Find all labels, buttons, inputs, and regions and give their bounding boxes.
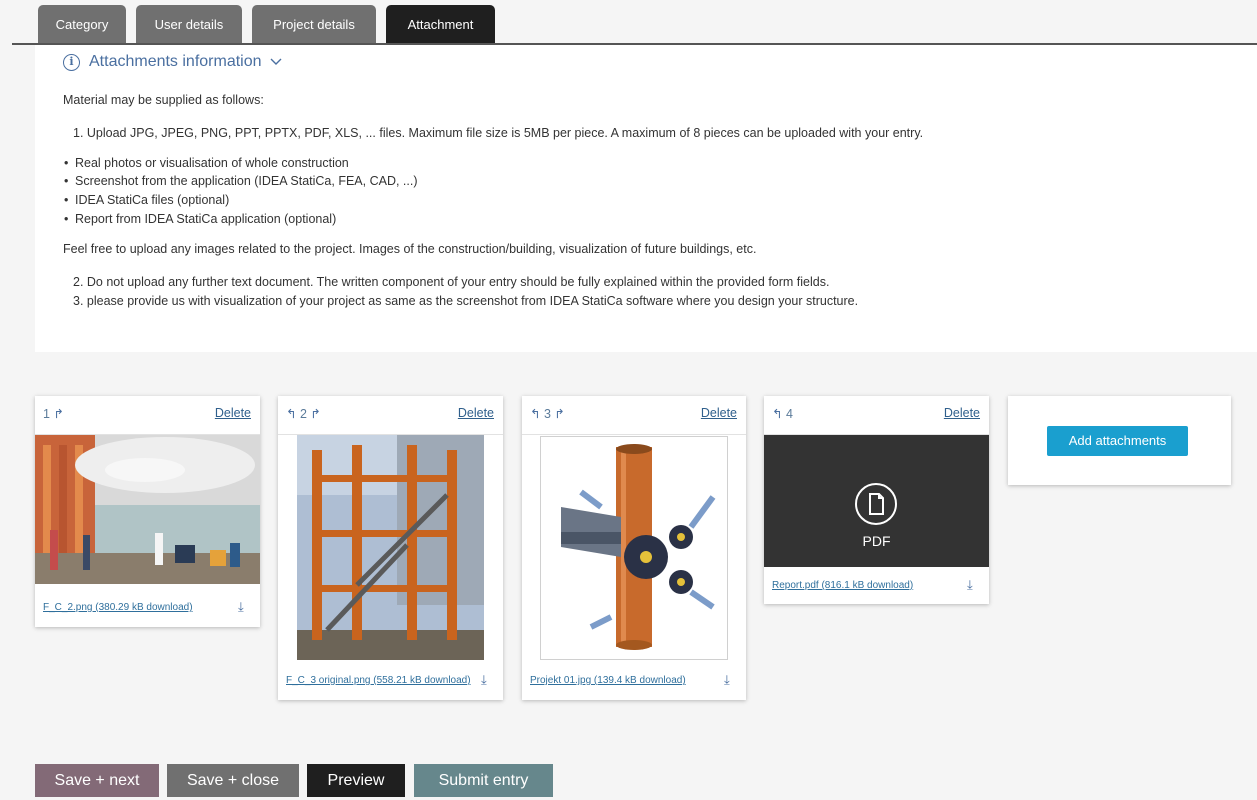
attachment-card: ↰ 3 ↱ Delete Projekt 01.jpg (139.4 kB do… (522, 396, 746, 700)
tab-user-details[interactable]: User details (136, 5, 242, 44)
rotate-right-icon[interactable]: ↱ (554, 407, 564, 421)
attachments-info-title: Attachments information (89, 53, 262, 70)
attachment-thumbnail-image (35, 435, 260, 584)
tab-attachment[interactable]: Attachment (386, 5, 495, 44)
rotate-left-icon[interactable]: ↰ (286, 407, 296, 421)
info-circle-icon: i (63, 53, 80, 71)
save-close-button[interactable]: Save + close (167, 764, 299, 797)
card-divider (522, 434, 746, 435)
pdf-file-icon (855, 483, 897, 525)
attachment-card-header: ↰ 4 Delete (772, 406, 980, 424)
attachment-card: ↰ 2 ↱ Delete F_C_3 original.png (558.21 … (278, 396, 503, 700)
rotate-left-icon[interactable]: ↰ (772, 407, 782, 421)
delete-attachment-link[interactable]: Delete (215, 406, 251, 420)
download-icon[interactable]: ⤓ (724, 672, 730, 688)
attachment-file-link[interactable]: Projekt 01.jpg (139.4 kB download) (530, 675, 686, 686)
delete-attachment-link[interactable]: Delete (701, 406, 737, 420)
info-bullet: Report from IDEA StatiCa application (op… (64, 212, 336, 226)
info-free-text: Feel free to upload any images related t… (63, 242, 757, 256)
submit-entry-button[interactable]: Submit entry (414, 764, 553, 797)
tab-project-details[interactable]: Project details (252, 5, 376, 44)
delete-attachment-link[interactable]: Delete (458, 406, 494, 420)
preview-button[interactable]: Preview (307, 764, 405, 797)
attachments-info-toggle[interactable]: i Attachments information (63, 53, 282, 71)
info-intro: Material may be supplied as follows: (63, 93, 264, 107)
attachment-number: 3 (543, 407, 551, 421)
attachment-number: 4 (785, 407, 793, 421)
download-icon[interactable]: ⤓ (481, 672, 487, 688)
pdf-preview: PDF (764, 435, 989, 567)
info-item-3: 3. please provide us with visualization … (73, 294, 859, 308)
attachment-number: 2 (299, 407, 307, 421)
download-icon[interactable]: ⤓ (967, 577, 973, 593)
delete-attachment-link[interactable]: Delete (944, 406, 980, 420)
attachment-number: 1 (43, 407, 50, 421)
attachment-file-link[interactable]: F_C_2.png (380.29 kB download) (43, 602, 193, 613)
rotate-left-icon[interactable]: ↰ (530, 407, 540, 421)
attachment-file-link[interactable]: Report.pdf (816.1 kB download) (772, 580, 913, 591)
info-bullet: IDEA StatiCa files (optional) (64, 193, 229, 207)
attachment-file-link[interactable]: F_C_3 original.png (558.21 kB download) (286, 675, 471, 686)
attachment-card-header: ↰ 3 ↱ Delete (530, 406, 737, 424)
pdf-type-label: PDF (862, 533, 891, 549)
attachment-card: ↰ 4 Delete PDF Report.pdf (816.1 kB down… (764, 396, 989, 604)
attachment-card-header: ↰ 2 ↱ Delete (286, 406, 494, 424)
tab-bar: Category User details Project details At… (38, 5, 505, 44)
info-bullet: Screenshot from the application (IDEA St… (64, 174, 417, 188)
save-next-button[interactable]: Save + next (35, 764, 159, 797)
rotate-right-icon[interactable]: ↱ (310, 407, 320, 421)
tab-category[interactable]: Category (38, 5, 126, 44)
attachment-card-header: 1 ↱ Delete (43, 406, 251, 424)
attachment-card: 1 ↱ Delete F_C_2.png (380.29 kB download… (35, 396, 260, 627)
info-item-2: 2. Do not upload any further text docume… (73, 275, 830, 289)
attachment-thumbnail-image (297, 435, 484, 660)
rotate-right-icon[interactable]: ↱ (53, 407, 63, 421)
download-icon[interactable]: ⤓ (238, 599, 244, 615)
info-bullet: Real photos or visualisation of whole co… (64, 156, 349, 170)
attachments-info-panel: i Attachments information Material may b… (35, 45, 1257, 352)
chevron-down-icon (270, 55, 282, 69)
attachment-thumbnail-image (540, 436, 728, 660)
add-attachments-button[interactable]: Add attachments (1047, 426, 1188, 456)
info-item-1: 1. Upload JPG, JPEG, PNG, PPT, PPTX, PDF… (73, 126, 924, 140)
add-attachments-card: Add attachments (1008, 396, 1231, 485)
